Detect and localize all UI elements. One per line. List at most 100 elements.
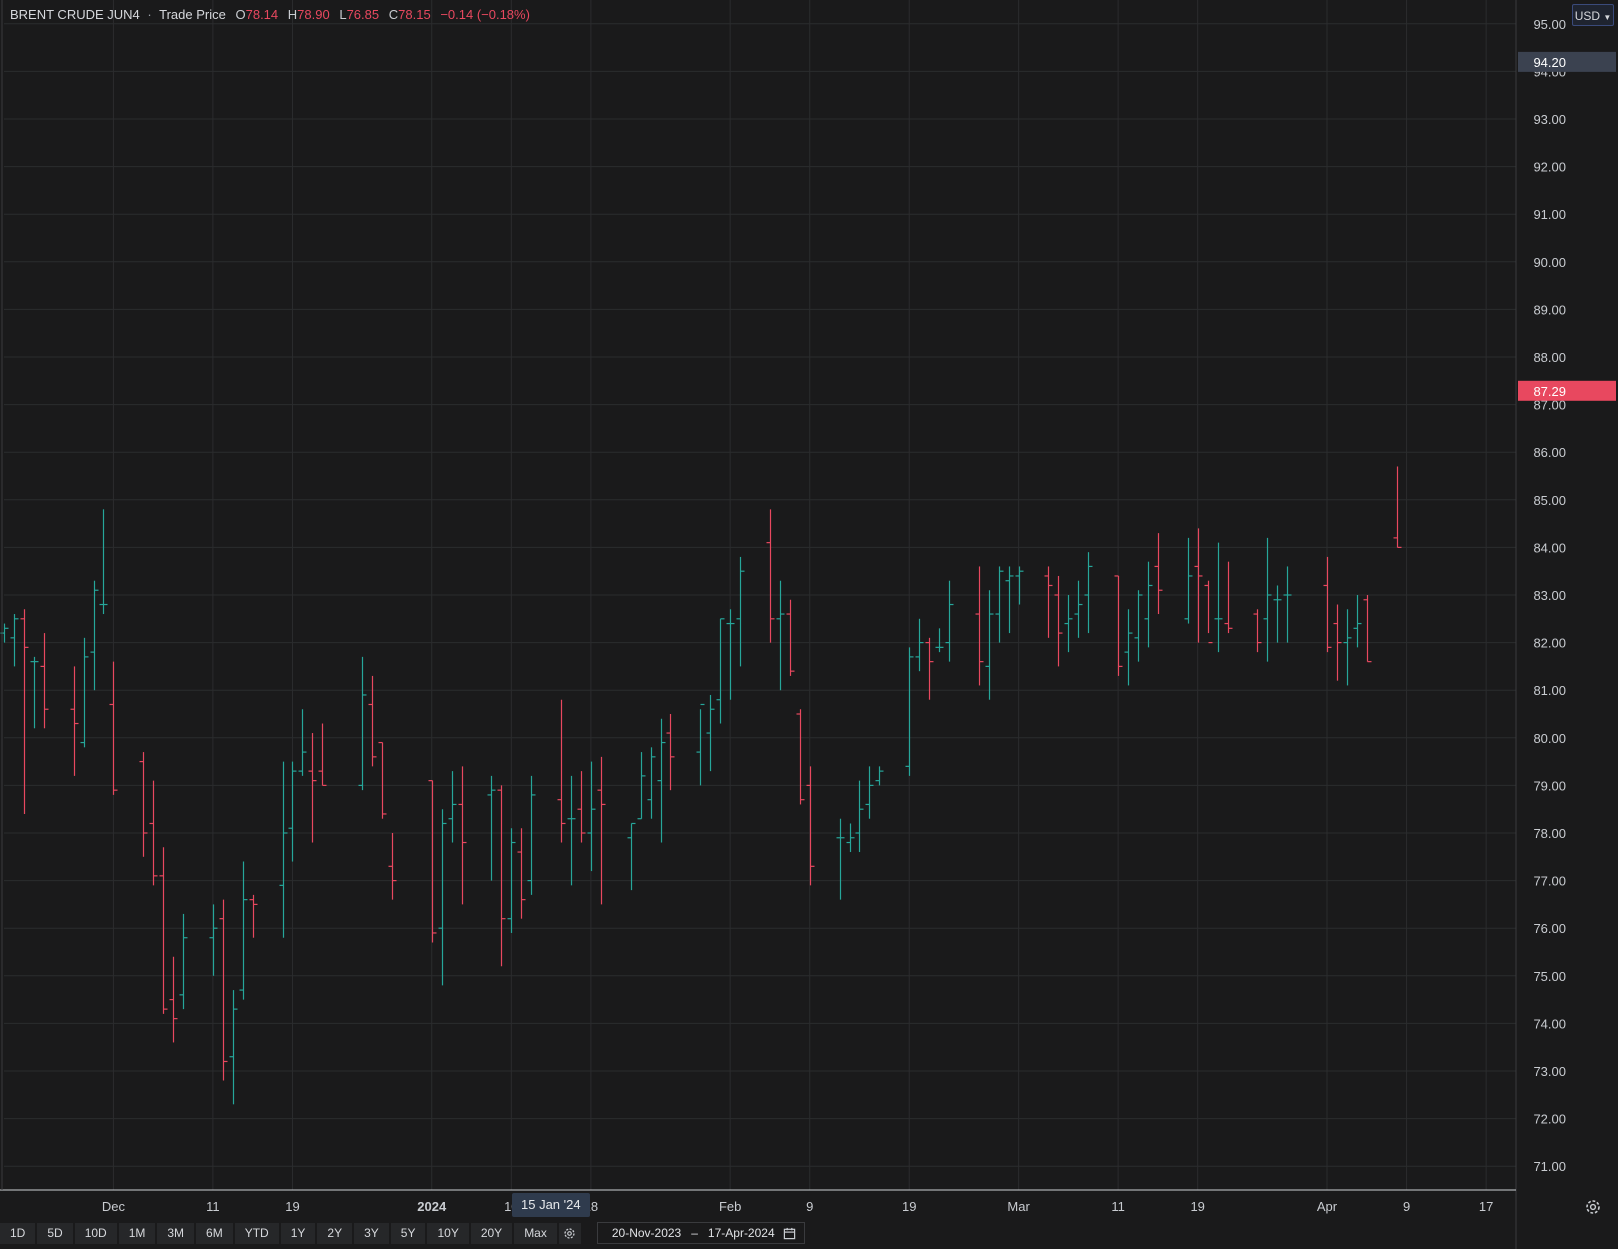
gear-icon xyxy=(564,1227,575,1239)
y-tick-label: 81.00 xyxy=(1533,683,1566,698)
range-button-10d[interactable]: 10D xyxy=(74,1222,117,1244)
date-range-to: 17-Apr-2024 xyxy=(707,1226,775,1240)
legend-low-value: 76.85 xyxy=(346,7,380,22)
ohlc-bar xyxy=(1144,561,1153,648)
range-button-3y[interactable]: 3Y xyxy=(354,1222,389,1244)
y-tick-label: 92.00 xyxy=(1533,160,1566,175)
range-button-max[interactable]: Max xyxy=(514,1222,557,1244)
ohlc-bar xyxy=(159,847,168,1014)
range-button-3m[interactable]: 3M xyxy=(157,1222,195,1244)
ohlc-bar xyxy=(666,714,675,791)
date-range-from: 20-Nov-2023 xyxy=(611,1226,682,1240)
legend-price-type: Trade Price xyxy=(159,7,226,22)
legend-separator: · xyxy=(147,7,152,22)
range-button-1d[interactable]: 1D xyxy=(0,1222,36,1244)
ohlc-bar xyxy=(726,609,735,700)
x-tick-label: 19 xyxy=(902,1199,916,1214)
ohlc-bar xyxy=(905,647,914,776)
range-button-2y[interactable]: 2Y xyxy=(317,1222,353,1244)
range-toolbar: 1D 5D 10D 1M 3M 6M YTD 1Y 2Y 3Y 5Y 10Y 20Y Max 20-Nov… xyxy=(0,1221,805,1245)
ohlc-bar xyxy=(279,761,288,938)
ohlc-bar xyxy=(1084,552,1093,634)
y-tick-label: 93.00 xyxy=(1533,112,1566,127)
ohlc-bar xyxy=(99,509,108,615)
ohlc-bar xyxy=(557,699,566,843)
ohlc-bar xyxy=(985,590,994,700)
ohlc-bar xyxy=(239,861,248,1000)
price-tag-last: 87.29 xyxy=(1518,380,1616,401)
ohlc-bar xyxy=(298,709,307,776)
ohlc-bar xyxy=(975,566,984,686)
x-tick-label: Feb xyxy=(719,1199,741,1214)
ohlc-bar xyxy=(1005,566,1014,634)
range-buttons: 1D 5D 10D 1M 3M 6M YTD 1Y 2Y 3Y 5Y 10Y 20Y Max xyxy=(0,1222,559,1244)
y-tick-label: 88.00 xyxy=(1533,350,1566,365)
range-button-10y[interactable]: 10Y xyxy=(427,1222,469,1244)
ohlc-bar xyxy=(935,628,944,653)
ohlc-bar xyxy=(1363,595,1372,663)
y-tick-label: 73.00 xyxy=(1533,1064,1566,1079)
ohlc-bar xyxy=(776,580,785,691)
ohlc-bar xyxy=(577,771,586,843)
y-tick-label: 90.00 xyxy=(1533,255,1566,270)
ohlc-bar xyxy=(1283,566,1292,643)
calendar-icon xyxy=(783,1227,796,1240)
ohlc-bar xyxy=(1074,580,1083,638)
ohlc-bar xyxy=(1064,595,1073,653)
svg-text:87.29: 87.29 xyxy=(1533,384,1566,399)
ohlc-bar xyxy=(915,618,924,672)
price-chart[interactable]: 95.0094.0093.0092.0091.0090.0089.0088.00… xyxy=(0,0,1618,1249)
x-tick-label: Apr xyxy=(1317,1199,1338,1214)
range-button-6m[interactable]: 6M xyxy=(196,1222,233,1244)
y-tick-label: 75.00 xyxy=(1533,969,1566,984)
x-tick-label: 9 xyxy=(806,1199,813,1214)
ohlc-bar xyxy=(1015,566,1024,605)
ohlc-bar xyxy=(706,694,715,772)
y-tick-label: 76.00 xyxy=(1533,921,1566,936)
ohlc-bar xyxy=(1154,533,1163,615)
range-button-ytd[interactable]: YTD xyxy=(234,1222,279,1244)
ohlc-bar xyxy=(836,818,845,900)
ohlc-bar xyxy=(766,509,775,643)
y-tick-label: 95.00 xyxy=(1533,17,1566,32)
ohlc-bar xyxy=(1323,556,1332,653)
legend-close-label: C xyxy=(388,7,399,22)
ohlc-bar xyxy=(40,633,49,729)
range-button-5d[interactable]: 5D xyxy=(37,1222,73,1244)
y-tick-label: 91.00 xyxy=(1533,207,1566,222)
crosshair-date-label: 15 Jan '24 xyxy=(512,1193,590,1217)
svg-text:94.20: 94.20 xyxy=(1533,55,1566,70)
x-tick-label: 11 xyxy=(1111,1199,1125,1214)
x-tick-label: 9 xyxy=(1403,1199,1410,1214)
y-tick-label: 85.00 xyxy=(1533,493,1566,508)
range-button-5y[interactable]: 5Y xyxy=(390,1222,426,1244)
ohlc-bar xyxy=(169,956,178,1043)
range-button-1y[interactable]: 1Y xyxy=(280,1222,316,1244)
range-button-20y[interactable]: 20Y xyxy=(470,1222,513,1244)
range-button-1m[interactable]: 1M xyxy=(118,1222,156,1244)
ohlc-bar xyxy=(716,618,725,724)
x-tick-label: 19 xyxy=(285,1199,299,1214)
legend-open-label: O xyxy=(235,7,246,22)
gear-icon xyxy=(1586,1200,1600,1214)
chart-root: 95.00 94.00 93.00 92.00 91.00 90.00 89.00 88.00… xyxy=(0,0,1618,1249)
x-tick-label: 17 xyxy=(1479,1199,1493,1214)
ohlc-bar xyxy=(1253,609,1262,653)
currency-selector[interactable]: USD ▼ xyxy=(1572,4,1614,26)
axis-settings-button[interactable] xyxy=(1585,1199,1601,1220)
ohlc-bar xyxy=(1114,575,1123,676)
y-tick-label: 84.00 xyxy=(1533,540,1566,555)
ohlc-bar xyxy=(388,833,397,900)
ohlc-bar xyxy=(647,747,656,819)
ohlc-bar xyxy=(846,823,855,853)
range-settings-button[interactable] xyxy=(558,1222,581,1244)
x-tick-label: 11 xyxy=(206,1199,220,1214)
date-range-picker[interactable]: 20-Nov-2023 – 17-Apr-2024 xyxy=(596,1222,805,1244)
legend-close-value: 78.15 xyxy=(398,7,431,22)
chevron-down-icon: ▼ xyxy=(1603,13,1612,22)
ohlc-bar xyxy=(448,771,457,843)
ohlc-bar xyxy=(567,775,576,886)
date-range-dash: – xyxy=(691,1226,698,1240)
ohlc-bar xyxy=(1393,466,1402,549)
ohlc-bar xyxy=(458,766,467,905)
